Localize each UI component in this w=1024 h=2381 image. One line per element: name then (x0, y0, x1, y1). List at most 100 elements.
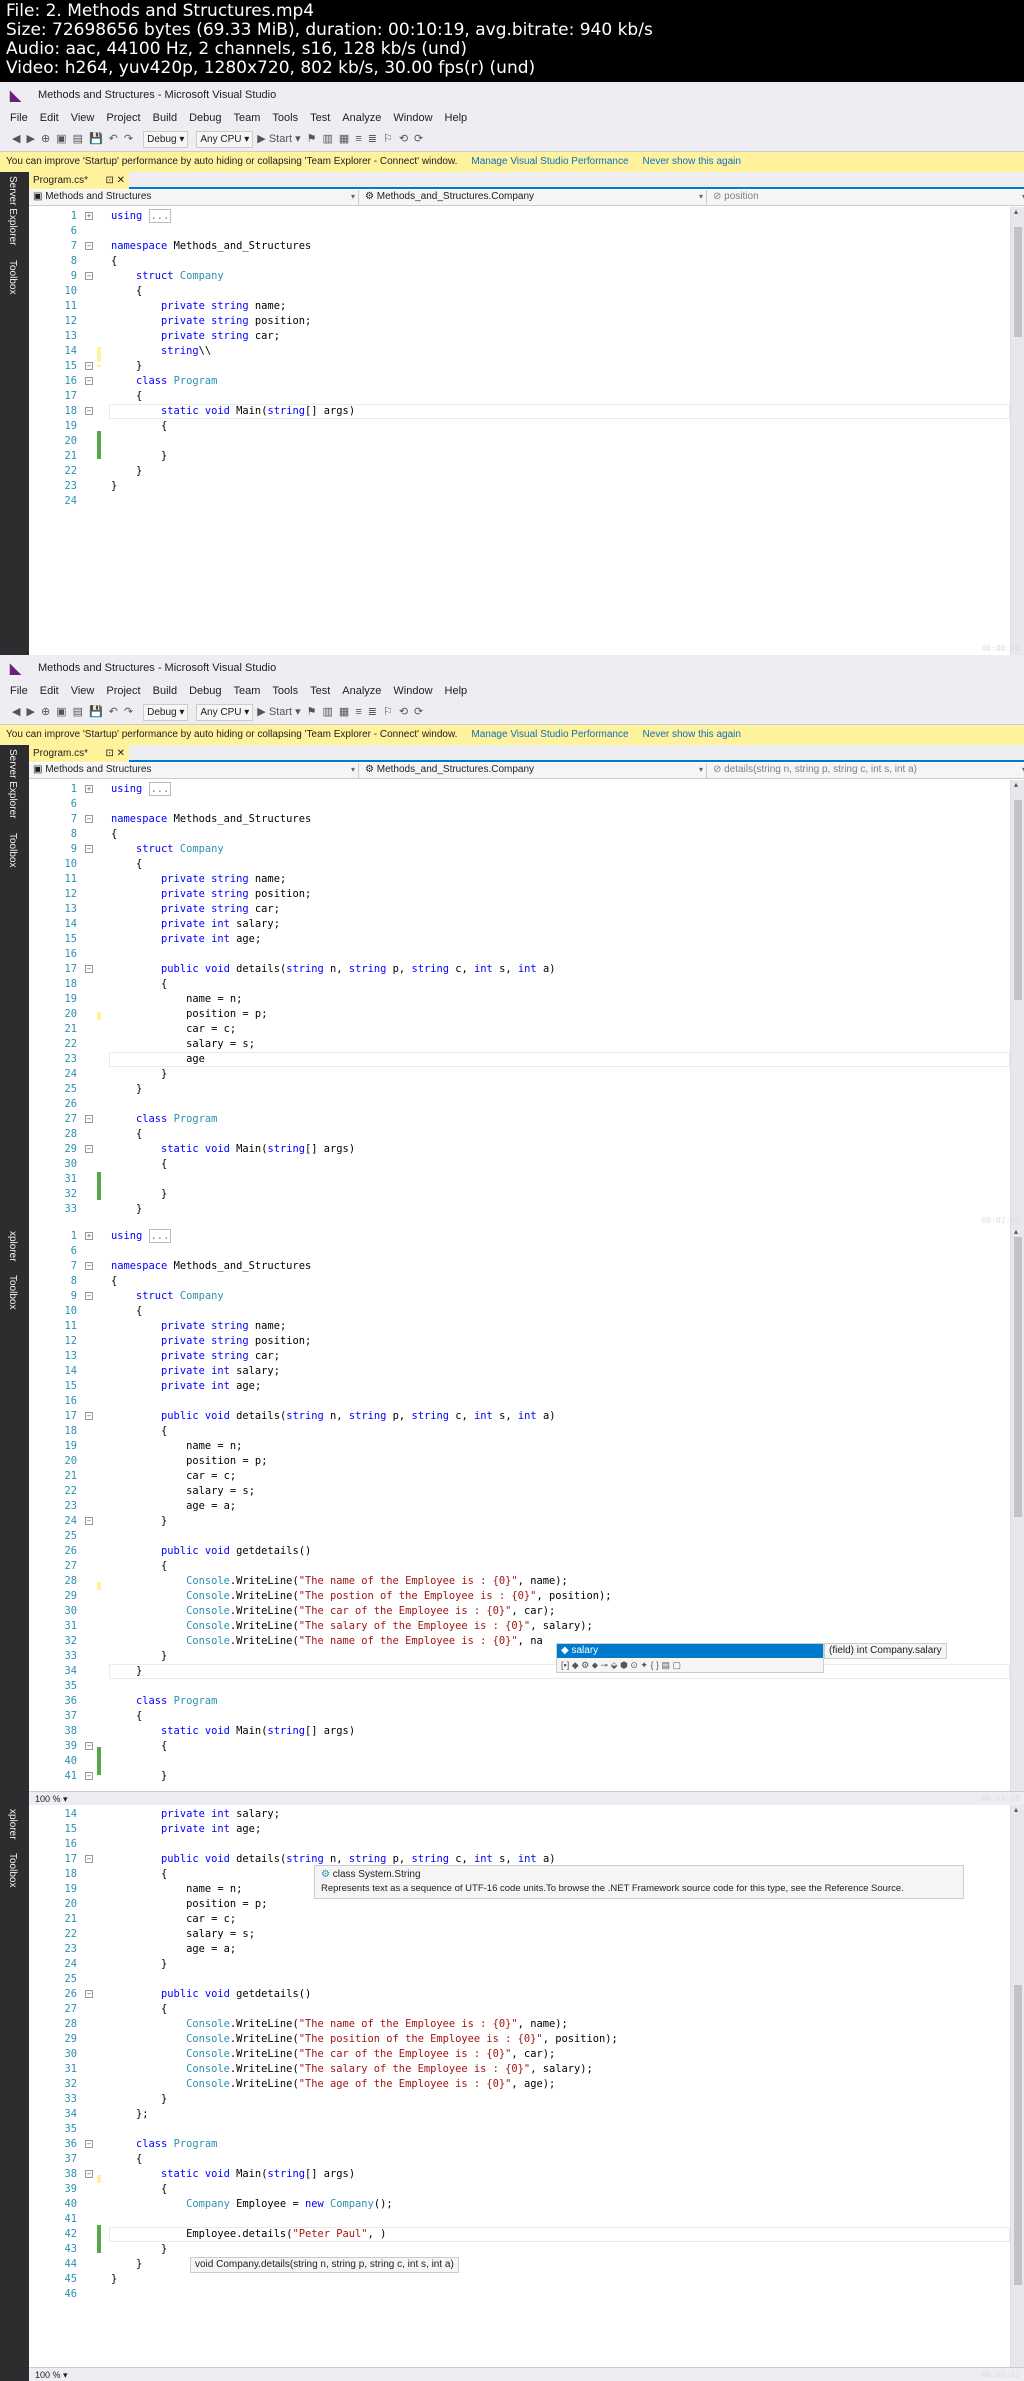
outline-toggle-icon[interactable]: − (85, 242, 93, 250)
filter-icon[interactable]: { } (650, 1660, 661, 1670)
code-editor[interactable]: 1 using ... +6 7 namespace Methods_and_Struc… (29, 780, 1010, 1227)
outline-toggle-icon[interactable]: − (85, 407, 93, 415)
nav-class-dropdown[interactable]: ⚙ Methods_and_Structures.Company ▾ (361, 190, 707, 206)
side-tab-server-explorer[interactable]: Server Explorer (7, 176, 18, 245)
menu-item-team[interactable]: Team (228, 109, 267, 127)
scrollbar-thumb[interactable] (1014, 1985, 1022, 2285)
side-tab-toolbox[interactable]: Toolbox (7, 833, 18, 867)
menu-item-test[interactable]: Test (304, 109, 336, 127)
toolbar-button-icon[interactable]: ⟳ (414, 127, 423, 152)
filter-icon[interactable]: ▢ (672, 1660, 681, 1670)
nav-project-dropdown[interactable]: ▣ Methods and Structures ▾ (29, 190, 359, 206)
toolbar-button-icon[interactable]: 💾 (89, 127, 103, 152)
toolbar-button-icon[interactable]: ⊕ (41, 700, 50, 725)
toolbar-button-icon[interactable]: ⟲ (399, 127, 408, 152)
menu-item-project[interactable]: Project (100, 682, 146, 700)
toolbar-button-icon[interactable]: ≣ (368, 127, 377, 152)
scrollbar-thumb[interactable] (1014, 800, 1022, 1000)
document-tab-program-cs[interactable]: Program.cs* ⊡ ✕ (29, 745, 129, 762)
toolbar-button-icon[interactable]: ⟲ (399, 700, 408, 725)
outline-toggle-icon[interactable]: + (85, 212, 93, 220)
toolbar-button-icon[interactable]: ▥ (323, 127, 333, 152)
outline-toggle-icon[interactable]: − (85, 2170, 93, 2178)
menu-item-help[interactable]: Help (439, 682, 474, 700)
toolbar-button-icon[interactable]: ⊕ (41, 127, 50, 152)
menu-item-team[interactable]: Team (228, 682, 267, 700)
menu-item-window[interactable]: Window (387, 109, 438, 127)
toolbar-button-icon[interactable]: ▦ (339, 700, 349, 725)
outline-toggle-icon[interactable]: + (85, 785, 93, 793)
scrollbar-thumb[interactable] (1014, 1237, 1022, 1517)
scroll-up-arrow-icon[interactable]: ▴ (1014, 1805, 1018, 1814)
nav-project-dropdown[interactable]: ▣ Methods and Structures ▾ (29, 763, 359, 779)
side-tab-server-explorer[interactable]: Server Explorer (7, 749, 18, 818)
scroll-up-arrow-icon[interactable]: ▴ (1014, 207, 1018, 216)
toolbar-button-icon[interactable]: ⚐ (383, 127, 393, 152)
outline-toggle-icon[interactable]: − (85, 377, 93, 385)
toolbar-button-icon[interactable]: ⚑ (307, 127, 317, 152)
toolbar-button-icon[interactable]: ▤ (73, 127, 83, 152)
vertical-scrollbar[interactable]: ▴ (1010, 780, 1024, 1227)
menu-item-edit[interactable]: Edit (34, 682, 65, 700)
manage-performance-link[interactable]: Manage Visual Studio Performance (471, 729, 628, 740)
zoom-level[interactable]: 100 % ▾ (35, 2370, 68, 2380)
menu-item-debug[interactable]: Debug (183, 109, 227, 127)
menu-item-view[interactable]: View (65, 682, 101, 700)
menu-item-file[interactable]: File (4, 682, 34, 700)
toolbar-button-icon[interactable]: ↶ (109, 127, 118, 152)
menu-item-test[interactable]: Test (304, 682, 336, 700)
outline-toggle-icon[interactable]: − (85, 1517, 93, 1525)
toolbar-button-icon[interactable]: ▣ (56, 700, 66, 725)
side-tab-toolbox[interactable]: Toolbox (7, 1275, 18, 1309)
menu-item-edit[interactable]: Edit (34, 109, 65, 127)
collapsed-using[interactable]: ... (148, 1229, 172, 1243)
outline-toggle-icon[interactable]: − (85, 965, 93, 973)
outline-toggle-icon[interactable]: − (85, 1855, 93, 1863)
nav-member-dropdown[interactable]: ⊘ position ▾ (709, 190, 1024, 206)
config-combo[interactable]: Debug ▾ (143, 130, 189, 148)
filter-icon[interactable]: ⬥ (592, 1660, 601, 1670)
toolbar-button-icon[interactable]: ≡ (355, 700, 361, 725)
collapsed-using[interactable]: ... (148, 209, 172, 223)
outline-toggle-icon[interactable]: − (85, 815, 93, 823)
toolbar-button-icon[interactable]: ▶ (26, 700, 34, 725)
side-tab-toolbox[interactable]: Toolbox (7, 260, 18, 294)
scrollbar-thumb[interactable] (1014, 227, 1022, 337)
toolbar-button-icon[interactable]: 💾 (89, 700, 103, 725)
nav-class-dropdown[interactable]: ⚙ Methods_and_Structures.Company ▾ (361, 763, 707, 779)
side-tab-toolbox[interactable]: Toolbox (7, 1853, 18, 1887)
menu-item-analyze[interactable]: Analyze (336, 682, 387, 700)
side-tab-server-explorer[interactable]: xplorer (7, 1231, 18, 1262)
outline-toggle-icon[interactable]: − (85, 1742, 93, 1750)
toolbar-button-icon[interactable]: ▦ (339, 127, 349, 152)
filter-icon[interactable]: ⚙ (581, 1660, 592, 1670)
outline-toggle-icon[interactable]: + (85, 1232, 93, 1240)
outline-toggle-icon[interactable]: − (85, 1145, 93, 1153)
filter-icon[interactable]: ▤ (661, 1660, 672, 1670)
never-show-again-link[interactable]: Never show this again (643, 729, 741, 740)
menu-item-help[interactable]: Help (439, 109, 474, 127)
filter-icon[interactable]: [▪] (561, 1660, 572, 1670)
menu-item-build[interactable]: Build (147, 682, 183, 700)
code-editor[interactable]: 1 using ... +6 7 namespace Methods_and_Struc… (29, 1227, 1010, 1791)
outline-toggle-icon[interactable]: − (85, 2140, 93, 2148)
close-tab-icon[interactable]: ⊡ ✕ (105, 745, 125, 762)
toolbar-button-icon[interactable]: ≣ (368, 700, 377, 725)
never-show-again-link[interactable]: Never show this again (643, 156, 741, 167)
vertical-scrollbar[interactable]: ▴ (1010, 1227, 1024, 1791)
toolbar-button-icon[interactable]: ▶ (26, 127, 34, 152)
vertical-scrollbar[interactable]: ▴ (1010, 207, 1024, 655)
toolbar-button-icon[interactable]: ◀ (12, 127, 20, 152)
collapsed-using[interactable]: ... (148, 782, 172, 796)
start-button[interactable]: ▶ Start ▾ (257, 127, 300, 152)
scroll-up-arrow-icon[interactable]: ▴ (1014, 780, 1018, 789)
side-tab-server-explorer[interactable]: xplorer (7, 1809, 18, 1840)
menu-item-file[interactable]: File (4, 109, 34, 127)
toolbar-button-icon[interactable]: ↶ (109, 700, 118, 725)
toolbar-button-icon[interactable]: ⚑ (307, 700, 317, 725)
filter-icon[interactable]: ⬙ (611, 1660, 620, 1670)
platform-combo[interactable]: Any CPU ▾ (196, 703, 254, 721)
menu-item-debug[interactable]: Debug (183, 682, 227, 700)
outline-toggle-icon[interactable]: − (85, 1990, 93, 1998)
menu-item-build[interactable]: Build (147, 109, 183, 127)
